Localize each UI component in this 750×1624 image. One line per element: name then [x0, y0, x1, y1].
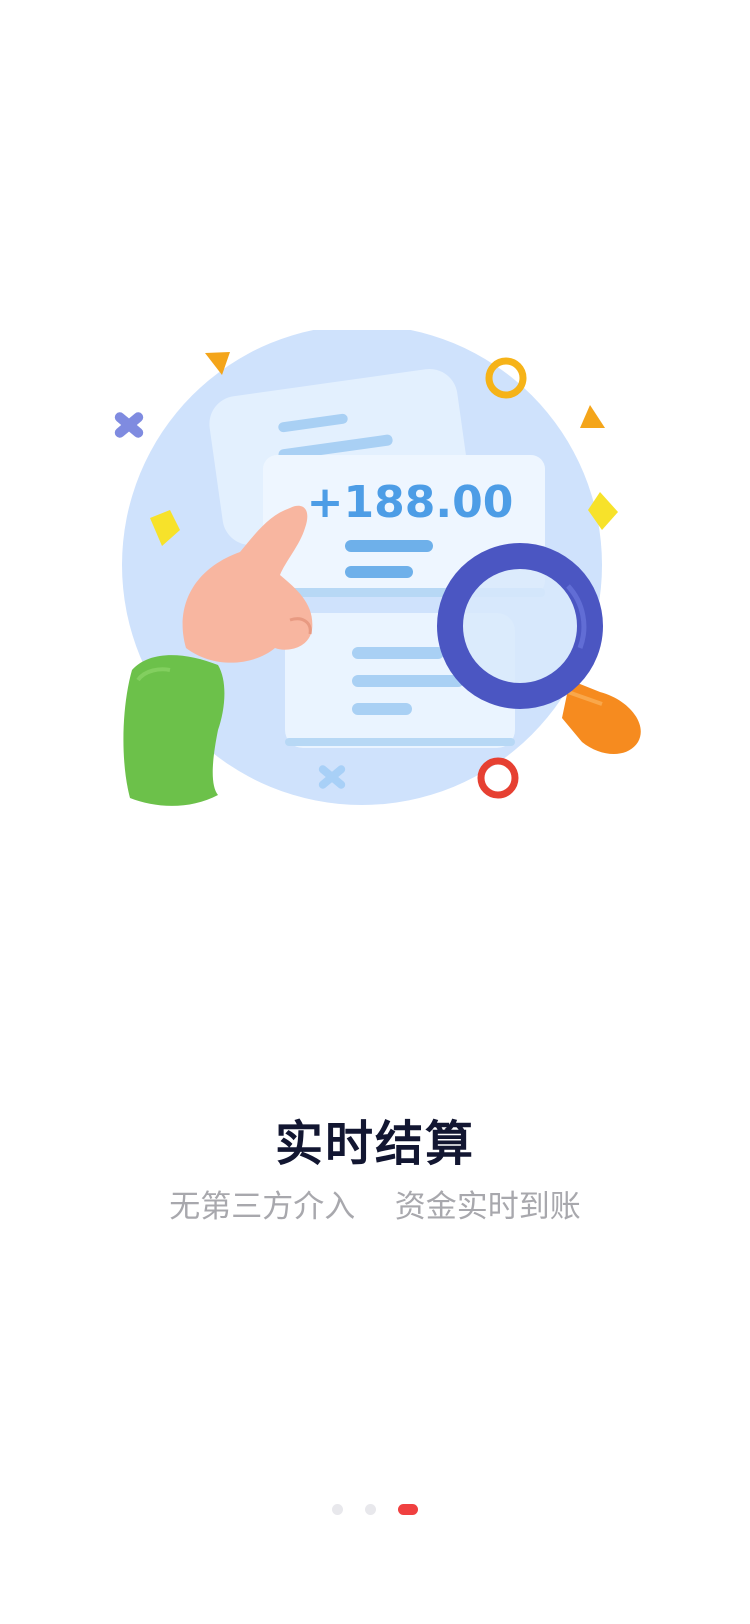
purple-cross-decoration	[114, 412, 144, 438]
page-title: 实时结算	[274, 1116, 475, 1172]
page-indicator[interactable]	[0, 1502, 750, 1516]
orange-small-triangle-decoration	[580, 405, 605, 428]
page-dot-2[interactable]	[365, 1503, 376, 1515]
page-subtitle: 无第三方介入 资金实时到账	[169, 1189, 581, 1225]
receipt-magnifier-illustration: +188.00	[114, 330, 641, 806]
page-dot-1[interactable]	[332, 1503, 343, 1515]
settlement-illustration: +188.00	[90, 330, 690, 850]
onboarding-screen[interactable]: +188.00 实时结算 无第三方介入 资金实时到账	[0, 0, 750, 1624]
amount-text: +188.00	[307, 477, 514, 528]
red-ring-decoration	[477, 757, 519, 799]
green-sleeve	[123, 655, 225, 806]
page-dot-3-active[interactable]	[398, 1503, 418, 1515]
